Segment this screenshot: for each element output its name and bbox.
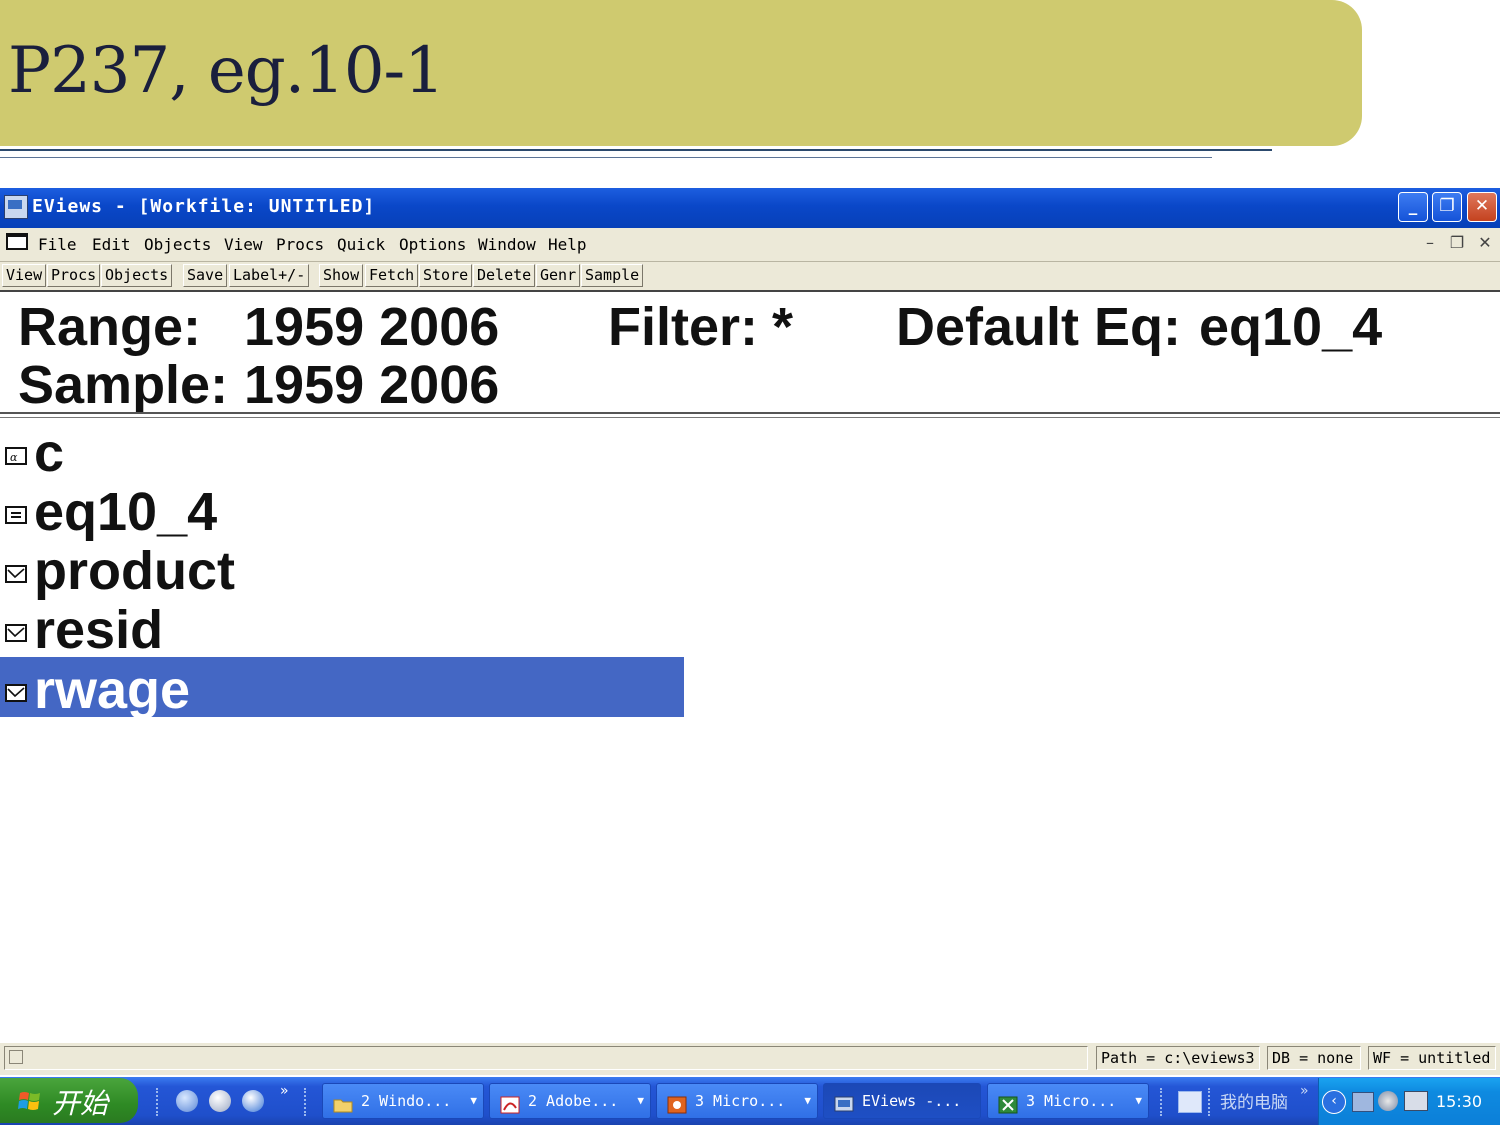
my-computer-toolbar[interactable]: 我的电脑: [1220, 1088, 1288, 1113]
menu-procs[interactable]: Procs: [276, 235, 324, 254]
menu-options[interactable]: Options: [399, 235, 466, 254]
object-name: c: [34, 423, 65, 483]
toolbar-objects-button[interactable]: Objects: [101, 264, 173, 287]
sample-value[interactable]: 1959 2006: [244, 354, 499, 416]
volume-icon[interactable]: [1378, 1091, 1398, 1111]
toolbar-save-button[interactable]: Save: [183, 264, 228, 287]
eviews-app-icon[interactable]: [4, 195, 28, 219]
filter-label: Filter:: [608, 297, 759, 357]
mdi-minimize-button[interactable]: –: [1417, 233, 1443, 253]
maximize-button[interactable]: ❐: [1432, 192, 1462, 222]
clock[interactable]: 15:30: [1436, 1092, 1482, 1111]
status-path: Path = c:\eviews3: [1096, 1046, 1260, 1070]
start-label: 开始: [52, 1087, 109, 1120]
object-name: resid: [34, 600, 164, 660]
divider-line: [0, 157, 1212, 158]
object-name: product: [34, 541, 235, 601]
divider-line: [0, 149, 1272, 151]
taskbar-grip: [304, 1088, 310, 1116]
filter-value[interactable]: *: [772, 296, 793, 358]
toolbar-sample-button[interactable]: Sample: [581, 264, 644, 287]
internet-explorer-icon[interactable]: [242, 1090, 264, 1112]
toolbar-genr-button[interactable]: Genr: [536, 264, 581, 287]
taskbar-button-excel[interactable]: 3 Micro... ▼: [987, 1083, 1149, 1119]
chevron-down-icon: ▼: [804, 1094, 811, 1107]
toolbar-delete-button[interactable]: Delete: [473, 264, 536, 287]
menu-file[interactable]: File: [38, 235, 77, 254]
folder-icon: [333, 1092, 353, 1113]
menu-view[interactable]: View: [224, 235, 263, 254]
acrobat-icon: [500, 1092, 520, 1114]
object-name: rwage: [34, 660, 191, 720]
series-icon: [5, 624, 27, 642]
eviews-icon: [834, 1092, 854, 1112]
taskbar-grip: [1160, 1088, 1166, 1116]
close-button[interactable]: ✕: [1467, 192, 1497, 222]
display-icon[interactable]: [1404, 1091, 1428, 1111]
status-db: DB = none: [1267, 1046, 1361, 1070]
quick-launch-overflow-icon[interactable]: »: [280, 1083, 289, 1099]
sample-label: Sample:: [18, 355, 229, 415]
taskbar-button-windows[interactable]: 2 Windo... ▼: [322, 1083, 484, 1119]
status-message-area: [4, 1046, 1088, 1070]
info-divider: [0, 412, 1500, 414]
taskbar-button-eviews[interactable]: EViews -...: [823, 1083, 981, 1119]
taskbar-grip: [1208, 1088, 1214, 1116]
status-indicator: [9, 1050, 23, 1064]
windows-logo-icon: [18, 1090, 40, 1112]
menu-window[interactable]: Window: [478, 235, 536, 254]
desktop-icon[interactable]: [209, 1090, 231, 1112]
object-row-rwage[interactable]: rwage: [0, 657, 684, 720]
svg-text:α: α: [10, 451, 18, 464]
chevron-down-icon: ▼: [637, 1094, 644, 1107]
menu-edit[interactable]: Edit: [92, 235, 131, 254]
menu-objects[interactable]: Objects: [144, 235, 211, 254]
menu-help[interactable]: Help: [548, 235, 587, 254]
minimize-button[interactable]: _: [1398, 192, 1428, 222]
slide-title: P237, eg.10-1: [8, 34, 445, 108]
toolbar-label-button[interactable]: Label+/-: [229, 264, 310, 287]
menu-quick[interactable]: Quick: [337, 235, 385, 254]
keyboard-icon[interactable]: [1178, 1091, 1202, 1113]
taskbar-grip: [156, 1088, 162, 1116]
range-value[interactable]: 1959 2006: [244, 296, 499, 358]
user-icon[interactable]: [176, 1090, 198, 1112]
chevron-down-icon: ▼: [1135, 1094, 1142, 1107]
series-icon: [5, 565, 27, 583]
network-icon[interactable]: [1352, 1092, 1374, 1112]
taskbar-button-adobe[interactable]: 2 Adobe... ▼: [489, 1083, 651, 1119]
chevron-left-icon[interactable]: ‹: [1322, 1090, 1346, 1114]
equation-icon: [5, 506, 27, 524]
workfile-window-icon[interactable]: [6, 233, 28, 250]
coefficient-icon: α: [5, 447, 27, 465]
toolbar-store-button[interactable]: Store: [419, 264, 473, 287]
status-wf: WF = untitled: [1368, 1046, 1496, 1070]
series-icon: [5, 684, 27, 702]
toolbar-show-button[interactable]: Show: [319, 264, 364, 287]
toolbar-view-button[interactable]: View: [2, 264, 47, 287]
default-eq-value: eq10_4: [1199, 297, 1383, 357]
range-label: Range:: [18, 297, 202, 357]
info-divider: [0, 417, 1500, 418]
toolbar-procs-button[interactable]: Procs: [47, 264, 101, 287]
toolbar-overflow-icon[interactable]: »: [1300, 1083, 1309, 1099]
mdi-close-button[interactable]: ✕: [1472, 233, 1498, 253]
excel-icon: [998, 1092, 1018, 1114]
default-eq-label: Default Eq:: [896, 297, 1182, 357]
toolbar-fetch-button[interactable]: Fetch: [365, 264, 419, 287]
powerpoint-icon: [667, 1092, 687, 1114]
taskbar-button-powerpoint[interactable]: 3 Micro... ▼: [656, 1083, 818, 1119]
object-name: eq10_4: [34, 482, 218, 542]
window-title: EViews - [Workfile: UNTITLED]: [32, 196, 376, 217]
chevron-down-icon: ▼: [470, 1094, 477, 1107]
mdi-restore-button[interactable]: ❐: [1444, 233, 1470, 253]
